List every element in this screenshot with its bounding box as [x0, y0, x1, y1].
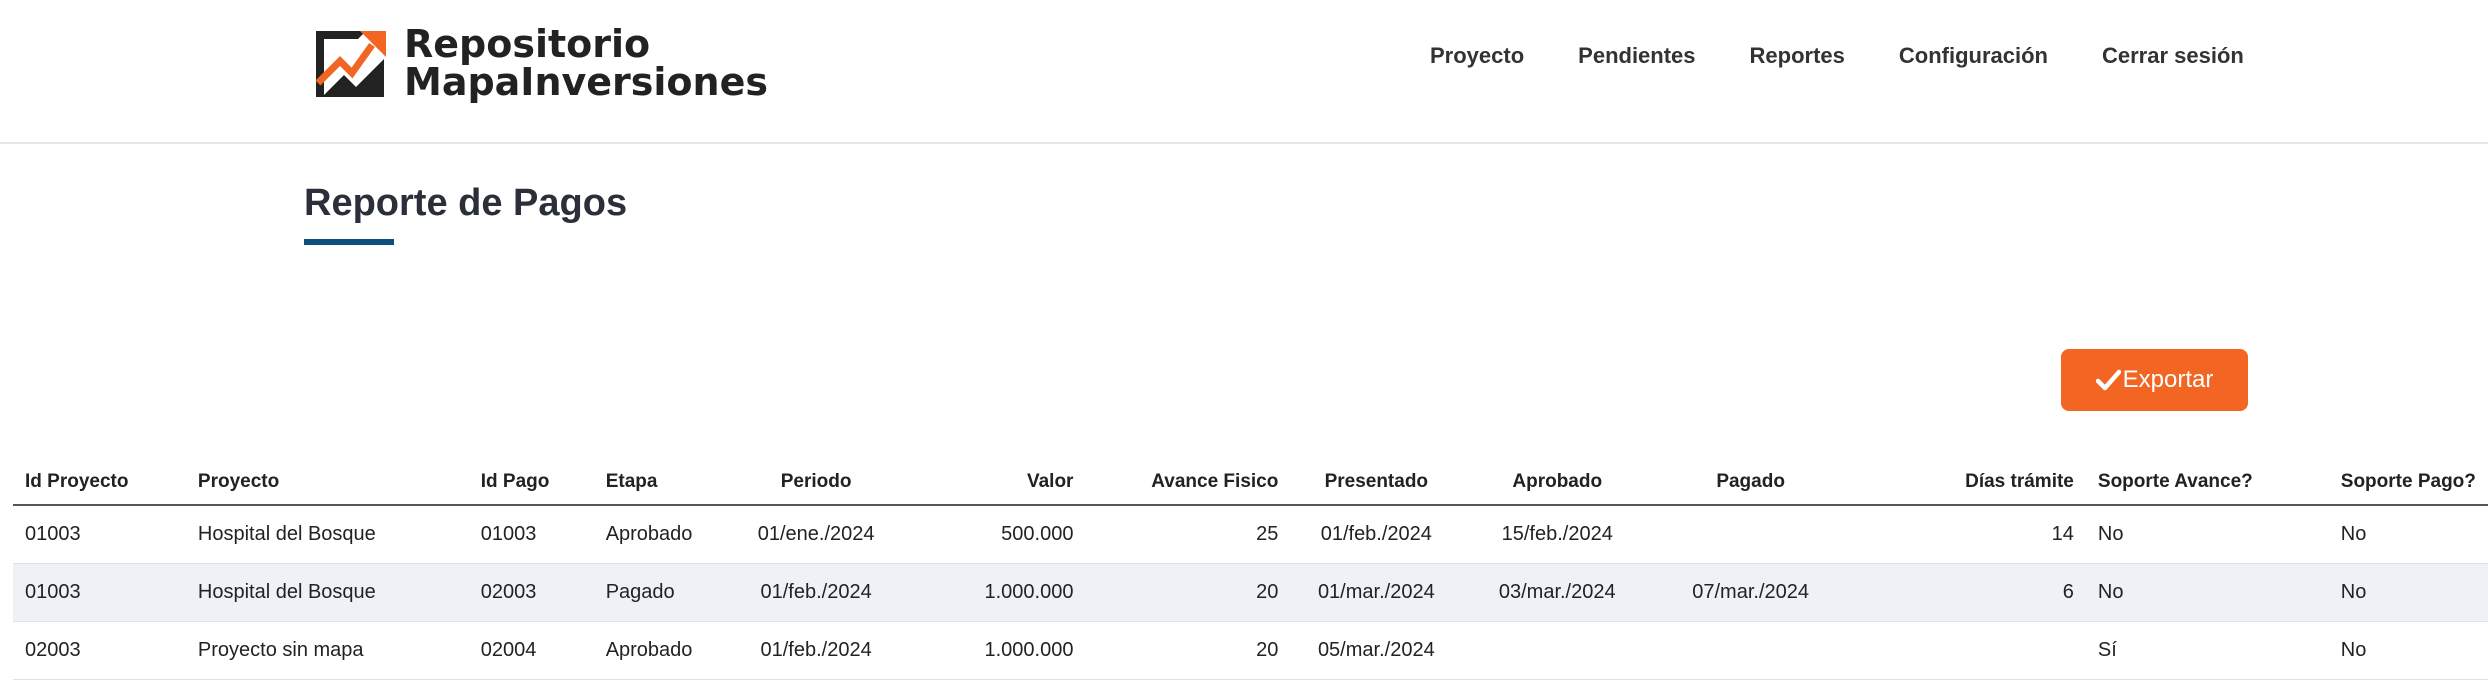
col-header-soporte-pago[interactable]: Soporte Pago?	[2328, 460, 2488, 506]
cell-avance-fisico: 20	[1085, 621, 1291, 680]
col-header-aprobado[interactable]: Aprobado	[1462, 460, 1653, 506]
cell-proyecto: Hospital del Bosque	[185, 563, 469, 622]
table-row[interactable]: 02003 Proyecto sin mapa 02004 Aprobado 0…	[13, 621, 2488, 680]
payments-table: Id Proyecto Proyecto Id Pago Etapa Perio…	[13, 460, 2488, 680]
logo-line1: Repositorio	[404, 22, 651, 66]
cell-periodo: 01/feb./2024	[728, 621, 904, 680]
cell-soporte-pago: No	[2328, 563, 2488, 622]
col-header-pagado[interactable]: Pagado	[1652, 460, 1850, 506]
export-button[interactable]: Exportar	[2061, 349, 2248, 411]
cell-aprobado: 15/feb./2024	[1462, 505, 1653, 564]
col-header-dias-tramite[interactable]: Días trámite	[1849, 460, 2086, 506]
nav-reportes[interactable]: Reportes	[1750, 42, 1845, 70]
cell-id-proyecto: 01003	[13, 563, 186, 622]
cell-presentado: 01/feb./2024	[1290, 505, 1463, 564]
table-row[interactable]: 01003 Hospital del Bosque 02003 Pagado 0…	[13, 563, 2488, 622]
col-header-periodo[interactable]: Periodo	[728, 460, 904, 506]
cell-etapa: Aprobado	[593, 505, 729, 564]
cell-dias-tramite	[1849, 621, 2086, 680]
col-header-valor[interactable]: Valor	[903, 460, 1086, 506]
main-nav: Proyecto Pendientes Reportes Configuraci…	[1430, 42, 2298, 70]
top-header: Repositorio MapaInversiones Proyecto Pen…	[0, 0, 2488, 144]
cell-periodo: 01/feb./2024	[728, 563, 904, 622]
cell-presentado: 01/mar./2024	[1290, 563, 1463, 622]
nav-configuracion[interactable]: Configuración	[1899, 42, 2048, 70]
cell-valor: 1.000.000	[903, 621, 1086, 680]
growth-chart-logo-icon	[315, 30, 386, 97]
cell-aprobado	[1462, 621, 1653, 680]
cell-dias-tramite: 6	[1849, 563, 2086, 622]
check-icon	[2095, 369, 2121, 391]
cell-pagado: 07/mar./2024	[1652, 563, 1850, 622]
cell-id-proyecto: 01003	[13, 505, 186, 564]
table-row[interactable]: 01003 Hospital del Bosque 01003 Aprobado…	[13, 505, 2488, 564]
col-header-etapa[interactable]: Etapa	[593, 460, 729, 506]
cell-soporte-avance: No	[2085, 505, 2329, 564]
nav-proyecto[interactable]: Proyecto	[1430, 42, 1524, 70]
nav-cerrar-sesion[interactable]: Cerrar sesión	[2102, 42, 2244, 70]
cell-soporte-avance: No	[2085, 563, 2329, 622]
logo-line2: MapaInversiones	[404, 60, 768, 104]
title-underline	[304, 239, 394, 245]
table-header-row: Id Proyecto Proyecto Id Pago Etapa Perio…	[13, 460, 2488, 506]
export-button-label: Exportar	[2122, 366, 2214, 393]
app-logo[interactable]: Repositorio MapaInversiones	[314, 25, 768, 101]
cell-pagado	[1652, 621, 1850, 680]
col-header-presentado[interactable]: Presentado	[1290, 460, 1463, 506]
cell-soporte-avance: Sí	[2085, 621, 2329, 680]
cell-id-pago: 02003	[468, 563, 594, 622]
cell-proyecto: Hospital del Bosque	[185, 505, 469, 564]
cell-id-pago: 01003	[468, 505, 594, 564]
cell-soporte-pago: No	[2328, 505, 2488, 564]
cell-avance-fisico: 20	[1085, 563, 1291, 622]
cell-id-pago: 02004	[468, 621, 594, 680]
cell-id-proyecto: 02003	[13, 621, 186, 680]
page-title: Reporte de Pagos	[304, 182, 628, 224]
cell-soporte-pago: No	[2328, 621, 2488, 680]
cell-periodo: 01/ene./2024	[728, 505, 904, 564]
col-header-proyecto[interactable]: Proyecto	[185, 460, 469, 506]
col-header-avance-fisico[interactable]: Avance Fisico	[1085, 460, 1291, 506]
nav-pendientes[interactable]: Pendientes	[1578, 42, 1695, 70]
cell-etapa: Pagado	[593, 563, 729, 622]
cell-dias-tramite: 14	[1849, 505, 2086, 564]
cell-presentado: 05/mar./2024	[1290, 621, 1463, 680]
col-header-id-pago[interactable]: Id Pago	[468, 460, 594, 506]
col-header-id-proyecto[interactable]: Id Proyecto	[13, 460, 186, 506]
cell-valor: 1.000.000	[903, 563, 1086, 622]
col-header-soporte-avance[interactable]: Soporte Avance?	[2085, 460, 2329, 506]
cell-etapa: Aprobado	[593, 621, 729, 680]
cell-avance-fisico: 25	[1085, 505, 1291, 564]
cell-pagado	[1652, 505, 1850, 564]
cell-valor: 500.000	[903, 505, 1086, 564]
cell-proyecto: Proyecto sin mapa	[185, 621, 469, 680]
logo-text: Repositorio MapaInversiones	[404, 25, 768, 101]
cell-aprobado: 03/mar./2024	[1462, 563, 1653, 622]
